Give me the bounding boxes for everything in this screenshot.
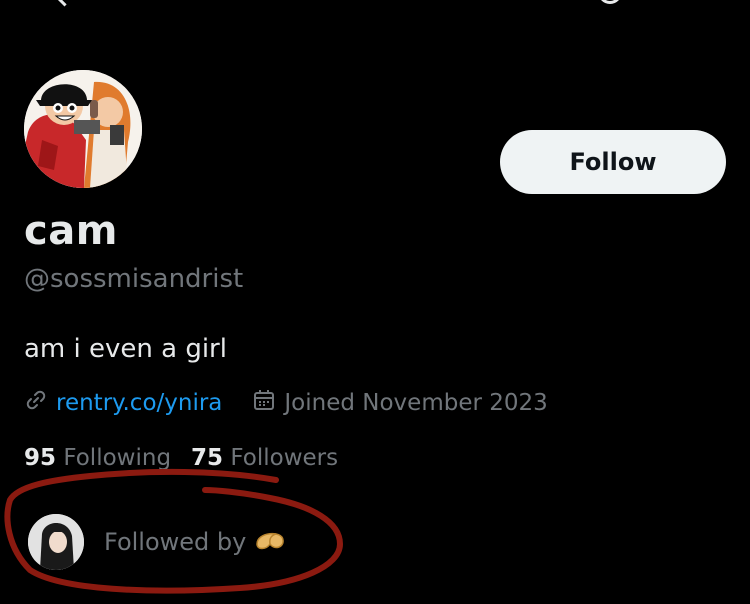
top-bar — [0, 0, 750, 7]
followed-by-label: Followed by — [104, 528, 247, 556]
follow-stats: 95 Following 75 Followers — [24, 445, 338, 471]
following-link[interactable]: 95 Following — [24, 445, 171, 471]
profile-bio: am i even a girl — [24, 334, 227, 364]
followers-label: Followers — [230, 445, 339, 471]
calendar-icon — [252, 388, 276, 418]
profile-handle: @sossmisandrist — [24, 264, 244, 294]
profile-meta: rentry.co/ynira Joined November 2023 — [24, 388, 548, 418]
back-arrow-icon[interactable] — [52, 0, 77, 7]
followed-by-row[interactable]: Followed by — [28, 514, 286, 570]
fortune-cookie-icon — [254, 528, 286, 556]
follow-button[interactable]: Follow — [500, 130, 726, 194]
followers-link[interactable]: 75 Followers — [191, 445, 338, 471]
profile-name: cam — [24, 208, 118, 254]
joined-date: Joined November 2023 — [284, 390, 548, 416]
follower-avatar — [28, 514, 84, 570]
following-label: Following — [63, 445, 172, 471]
link-icon — [24, 388, 48, 418]
search-icon[interactable] — [598, 0, 622, 4]
following-count: 95 — [24, 445, 57, 471]
profile-link[interactable]: rentry.co/ynira — [56, 390, 222, 416]
followers-count: 75 — [191, 445, 224, 471]
profile-avatar[interactable] — [24, 70, 142, 188]
